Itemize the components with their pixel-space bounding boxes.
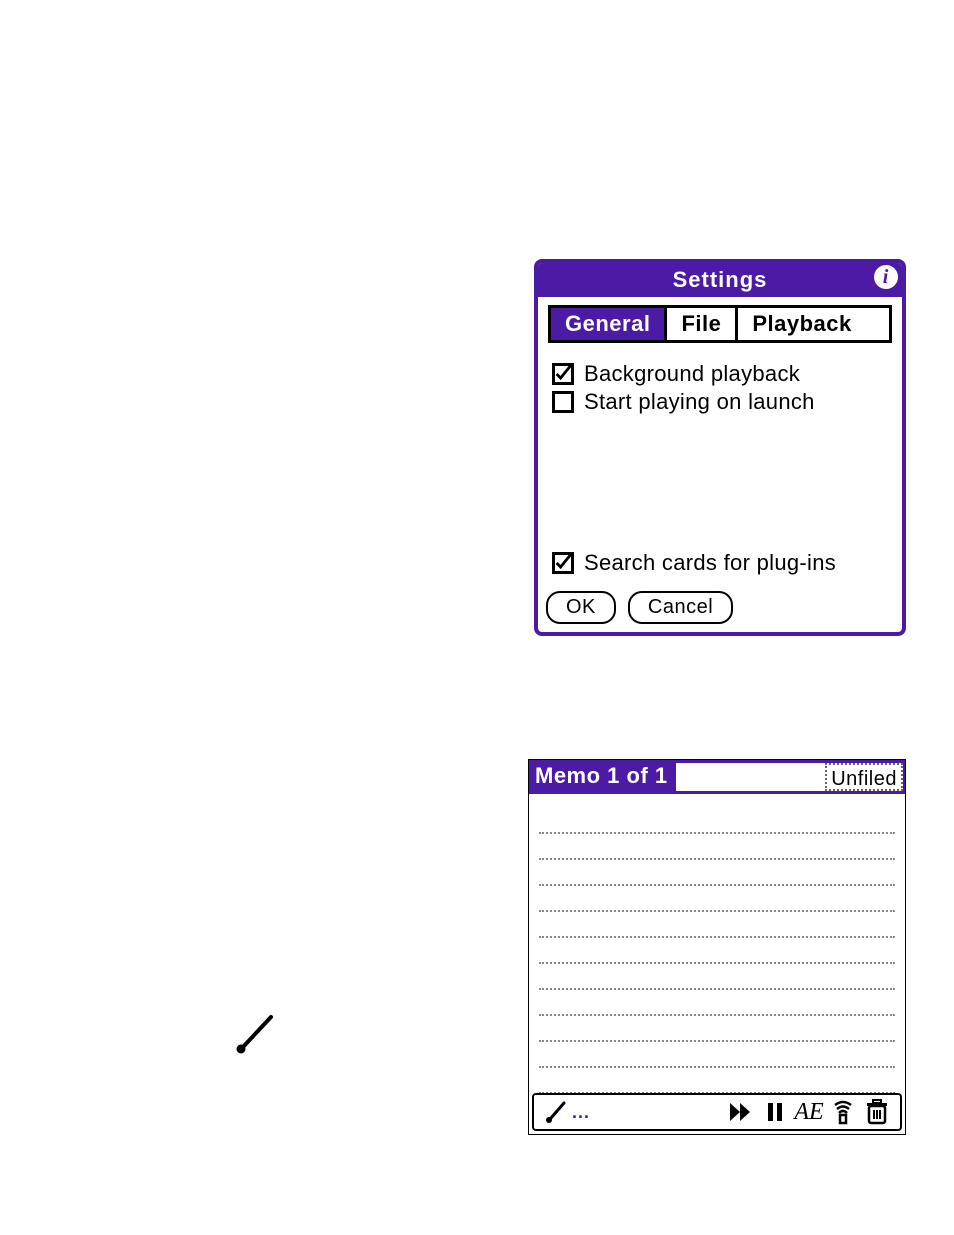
memo-toolbar: ... AE <box>532 1093 902 1131</box>
memo-line <box>539 938 895 964</box>
option-label: Start playing on launch <box>584 389 815 415</box>
fast-forward-icon[interactable] <box>726 1097 756 1127</box>
memo-category-selector[interactable]: Unfiled <box>825 763 903 791</box>
memo-line <box>539 990 895 1016</box>
tab-file[interactable]: File <box>667 308 738 340</box>
option-label: Background playback <box>584 361 800 387</box>
ae-text-tool-icon[interactable]: AE <box>794 1097 824 1127</box>
settings-options: Background playback Start playing on lau… <box>538 343 902 415</box>
settings-dialog: Settings i General File Playback Backgro… <box>534 259 906 636</box>
titlebar-spacer <box>676 763 826 791</box>
option-start-on-launch[interactable]: Start playing on launch <box>552 389 890 415</box>
settings-buttons: OK Cancel <box>546 591 733 624</box>
memo-line <box>539 1016 895 1042</box>
memo-category-label: Unfiled <box>831 768 897 790</box>
pause-icon[interactable] <box>760 1097 790 1127</box>
info-icon[interactable]: i <box>874 265 898 289</box>
option-label: Search cards for plug-ins <box>584 550 836 576</box>
checkbox-icon <box>552 552 574 574</box>
memo-line <box>539 834 895 860</box>
tab-label: File <box>681 311 721 336</box>
settings-tabs: General File Playback <box>548 305 892 343</box>
memo-line <box>539 886 895 912</box>
memo-window: Memo 1 of 1 Unfiled ... <box>528 759 906 1135</box>
memo-line <box>539 1068 895 1094</box>
button-label: Cancel <box>648 596 713 618</box>
settings-title: Settings <box>673 267 768 293</box>
memo-titlebar: Memo 1 of 1 Unfiled <box>529 760 905 794</box>
cancel-button[interactable]: Cancel <box>628 591 733 624</box>
pen-menu-dots[interactable]: ... <box>572 1102 590 1123</box>
memo-text-area[interactable] <box>529 794 905 1094</box>
checkbox-icon <box>552 391 574 413</box>
button-label: OK <box>566 596 596 618</box>
pen-icon[interactable] <box>542 1097 572 1127</box>
tab-label: Playback <box>752 311 851 336</box>
stylus-mark-icon <box>233 1013 277 1057</box>
memo-line <box>539 912 895 938</box>
ae-label: AE <box>794 1099 823 1126</box>
settings-titlebar: Settings i <box>538 263 902 297</box>
memo-line <box>539 808 895 834</box>
memo-line <box>539 964 895 990</box>
checkbox-icon <box>552 363 574 385</box>
tab-general[interactable]: General <box>551 308 667 340</box>
option-search-plugins[interactable]: Search cards for plug-ins <box>552 550 836 576</box>
tab-playback[interactable]: Playback <box>738 308 865 340</box>
beam-icon[interactable] <box>828 1097 858 1127</box>
memo-line <box>539 1042 895 1068</box>
tab-label: General <box>565 311 650 336</box>
option-background-playback[interactable]: Background playback <box>552 361 890 387</box>
memo-title: Memo 1 of 1 <box>529 760 676 791</box>
memo-line <box>539 860 895 886</box>
ok-button[interactable]: OK <box>546 591 616 624</box>
trash-icon[interactable] <box>862 1097 892 1127</box>
